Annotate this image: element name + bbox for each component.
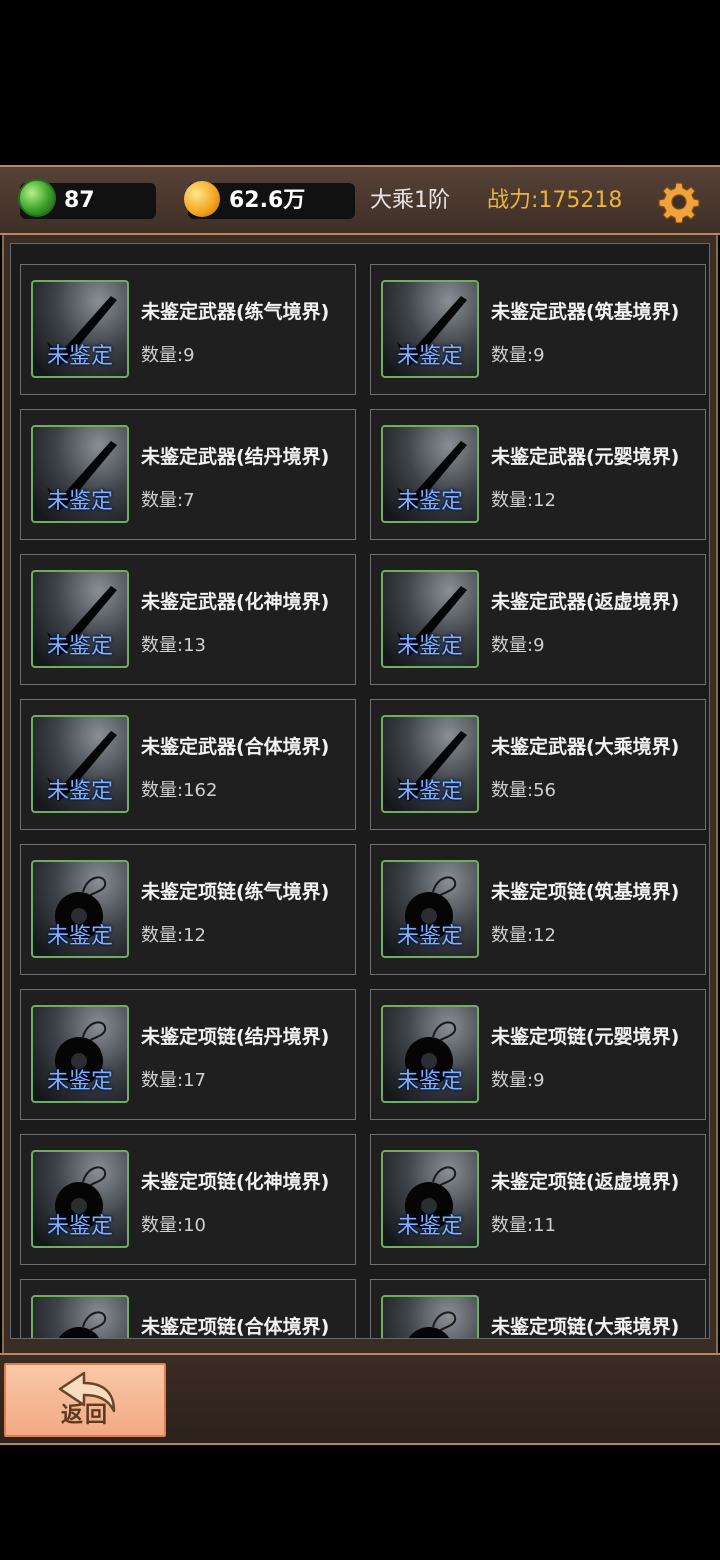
item-name: 未鉴定项链(结丹境界) xyxy=(141,1026,330,1048)
item-card[interactable]: 未鉴定项链(合体境界) xyxy=(20,1279,356,1338)
unidentified-badge: 未鉴定 xyxy=(46,1214,113,1239)
item-name: 未鉴定项链(筑基境界) xyxy=(491,881,680,903)
weapon-thumbnail: 未鉴定 xyxy=(31,570,129,668)
necklace-thumbnail: 未鉴定 xyxy=(381,1005,479,1103)
item-card[interactable]: 未鉴定 未鉴定武器(练气境界) 数量:9 xyxy=(20,264,356,395)
item-name: 未鉴定项链(化神境界) xyxy=(141,1171,330,1193)
unidentified-badge: 未鉴定 xyxy=(46,344,113,369)
item-quantity: 数量:9 xyxy=(141,345,195,366)
item-name: 未鉴定项链(练气境界) xyxy=(141,881,330,903)
unidentified-badge: 未鉴定 xyxy=(396,1214,463,1239)
item-quantity: 数量:11 xyxy=(491,1215,556,1236)
unidentified-badge: 未鉴定 xyxy=(46,924,113,949)
unidentified-badge: 未鉴定 xyxy=(396,779,463,804)
item-name: 未鉴定项链(大乘境界) xyxy=(491,1316,680,1338)
jade-icon xyxy=(18,179,56,217)
item-quantity: 数量:162 xyxy=(141,780,218,801)
gold-coin-icon xyxy=(184,181,220,217)
necklace-thumbnail: 未鉴定 xyxy=(31,1005,129,1103)
item-name: 未鉴定项链(元婴境界) xyxy=(491,1026,680,1048)
realm-level: 大乘1阶 xyxy=(370,188,450,213)
back-button[interactable]: 返回 xyxy=(4,1363,166,1437)
item-card[interactable]: 未鉴定 未鉴定武器(筑基境界) 数量:9 xyxy=(370,264,706,395)
unidentified-badge: 未鉴定 xyxy=(396,634,463,659)
unidentified-badge: 未鉴定 xyxy=(46,779,113,804)
item-name: 未鉴定武器(合体境界) xyxy=(141,736,330,758)
item-card[interactable]: 未鉴定 未鉴定项链(筑基境界) 数量:12 xyxy=(370,844,706,975)
item-quantity: 数量:10 xyxy=(141,1215,206,1236)
item-quantity: 数量:12 xyxy=(141,925,206,946)
item-name: 未鉴定武器(元婴境界) xyxy=(491,446,680,468)
item-card[interactable]: 未鉴定 未鉴定项链(化神境界) 数量:10 xyxy=(20,1134,356,1265)
weapon-thumbnail: 未鉴定 xyxy=(381,570,479,668)
unidentified-badge: 未鉴定 xyxy=(46,1069,113,1094)
item-card[interactable]: 未鉴定 未鉴定武器(合体境界) 数量:162 xyxy=(20,699,356,830)
item-quantity: 数量:9 xyxy=(491,635,545,656)
item-card[interactable]: 未鉴定 未鉴定武器(元婴境界) 数量:12 xyxy=(370,409,706,540)
item-name: 未鉴定项链(合体境界) xyxy=(141,1316,330,1338)
item-card[interactable]: 未鉴定 未鉴定项链(练气境界) 数量:12 xyxy=(20,844,356,975)
unidentified-badge: 未鉴定 xyxy=(396,489,463,514)
status-bar: 87 62.6万 大乘1阶 战力:175218 xyxy=(0,165,720,235)
weapon-thumbnail: 未鉴定 xyxy=(381,715,479,813)
weapon-thumbnail: 未鉴定 xyxy=(381,280,479,378)
item-list[interactable]: 未鉴定 未鉴定武器(练气境界) 数量:9 未鉴定 未鉴定武器(筑基境界) 数量:9 未鉴定未… xyxy=(10,243,710,1339)
item-quantity: 数量:9 xyxy=(491,1070,545,1091)
item-card[interactable]: 未鉴定 未鉴定武器(结丹境界) 数量:7 xyxy=(20,409,356,540)
jade-count: 87 xyxy=(64,188,95,213)
unidentified-badge: 未鉴定 xyxy=(396,1069,463,1094)
item-quantity: 数量:7 xyxy=(141,490,195,511)
unidentified-badge: 未鉴定 xyxy=(396,344,463,369)
gold-amount: 62.6万 xyxy=(229,188,306,213)
item-card[interactable]: 未鉴定项链(大乘境界) xyxy=(370,1279,706,1338)
necklace-thumbnail: 未鉴定 xyxy=(381,1150,479,1248)
unidentified-badge: 未鉴定 xyxy=(46,634,113,659)
unidentified-badge: 未鉴定 xyxy=(396,924,463,949)
item-quantity: 数量:12 xyxy=(491,490,556,511)
necklace-thumbnail: 未鉴定 xyxy=(381,860,479,958)
necklace-icon xyxy=(58,1311,107,1338)
item-quantity: 数量:17 xyxy=(141,1070,206,1091)
item-name: 未鉴定武器(筑基境界) xyxy=(491,301,680,323)
weapon-thumbnail: 未鉴定 xyxy=(31,715,129,813)
item-name: 未鉴定武器(结丹境界) xyxy=(141,446,330,468)
bottom-bar: 返回 xyxy=(0,1353,720,1445)
back-label: 返回 xyxy=(60,1402,109,1428)
necklace-thumbnail xyxy=(31,1295,129,1338)
necklace-thumbnail: 未鉴定 xyxy=(31,1150,129,1248)
weapon-thumbnail: 未鉴定 xyxy=(31,425,129,523)
item-name: 未鉴定武器(返虚境界) xyxy=(491,591,680,613)
necklace-icon xyxy=(408,1311,457,1338)
item-quantity: 数量:9 xyxy=(491,345,545,366)
necklace-thumbnail xyxy=(381,1295,479,1338)
item-card[interactable]: 未鉴定 未鉴定武器(化神境界) 数量:13 xyxy=(20,554,356,685)
item-card[interactable]: 未鉴定 未鉴定项链(结丹境界) 数量:17 xyxy=(20,989,356,1120)
weapon-thumbnail: 未鉴定 xyxy=(31,280,129,378)
item-name: 未鉴定武器(化神境界) xyxy=(141,591,330,613)
inventory-panel: 未鉴定 未鉴定武器(练气境界) 数量:9 未鉴定 未鉴定武器(筑基境界) 数量:9 未鉴定未… xyxy=(2,235,718,1353)
item-quantity: 数量:12 xyxy=(491,925,556,946)
gear-icon[interactable] xyxy=(658,181,700,223)
item-card[interactable]: 未鉴定 未鉴定项链(元婴境界) 数量:9 xyxy=(370,989,706,1120)
item-card[interactable]: 未鉴定 未鉴定武器(大乘境界) 数量:56 xyxy=(370,699,706,830)
item-card[interactable]: 未鉴定 未鉴定项链(返虚境界) 数量:11 xyxy=(370,1134,706,1265)
combat-power: 战力:175218 xyxy=(487,188,623,213)
item-name: 未鉴定武器(大乘境界) xyxy=(491,736,680,758)
weapon-thumbnail: 未鉴定 xyxy=(381,425,479,523)
necklace-thumbnail: 未鉴定 xyxy=(31,860,129,958)
unidentified-badge: 未鉴定 xyxy=(46,489,113,514)
item-quantity: 数量:13 xyxy=(141,635,206,656)
item-name: 未鉴定武器(练气境界) xyxy=(141,301,330,323)
item-name: 未鉴定项链(返虚境界) xyxy=(491,1171,680,1193)
item-quantity: 数量:56 xyxy=(491,780,556,801)
item-card[interactable]: 未鉴定 未鉴定武器(返虚境界) 数量:9 xyxy=(370,554,706,685)
